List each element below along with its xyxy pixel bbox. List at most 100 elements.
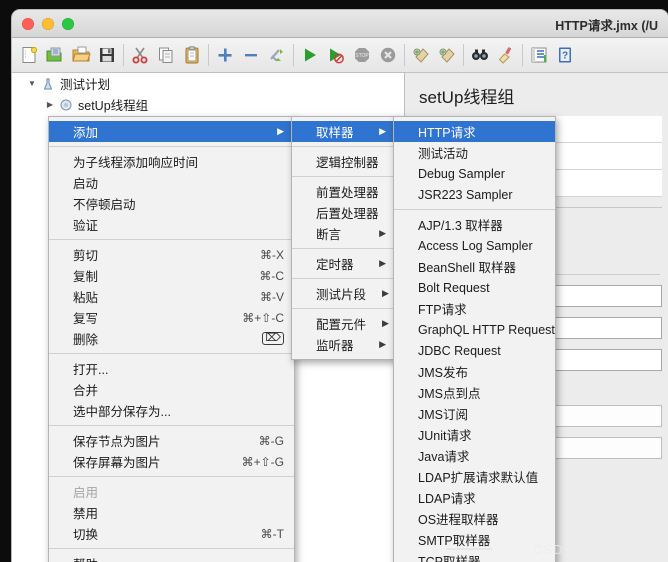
sampler-item-ftp-request[interactable]: FTP请求	[394, 298, 555, 319]
submenu-item-timer[interactable]: 定时器 ▶	[292, 253, 396, 274]
menu-item-remove[interactable]: 删除 ⌦	[49, 328, 294, 349]
menu-item-accel: ⌘-X	[260, 247, 284, 262]
chevron-right-icon: ▶	[379, 258, 386, 268]
toggle-icon[interactable]	[264, 42, 290, 68]
menu-item-accel: ⌘-C	[259, 268, 284, 283]
function-helper-icon[interactable]	[526, 42, 552, 68]
submenu-item-post-processor[interactable]: 后置处理器 ▶	[292, 202, 401, 223]
menu-item-start[interactable]: 启动	[49, 172, 294, 193]
sampler-submenu[interactable]: HTTP请求 测试活动 Debug Sampler JSR223 Sampler…	[393, 116, 556, 562]
sampler-item-ldap-extended-request-defaults[interactable]: LDAP扩展请求默认值	[394, 466, 555, 487]
reset-search-icon[interactable]	[493, 42, 519, 68]
menu-item-label: 剪切	[73, 249, 99, 263]
menu-item-label: 打开...	[73, 363, 109, 377]
menu-item-paste[interactable]: 粘贴 ⌘-V	[49, 286, 294, 307]
submenu-item-pre-processor[interactable]: 前置处理器 ▶	[292, 181, 401, 202]
menu-item-label: JSR223 Sampler	[418, 187, 513, 202]
sampler-item-debug-sampler[interactable]: Debug Sampler	[394, 163, 555, 184]
sampler-item-os-process-sampler[interactable]: OS进程取样器	[394, 508, 555, 529]
menu-item-add[interactable]: 添加 ▶	[49, 121, 294, 142]
menu-item-start-no-pauses[interactable]: 不停顿启动	[49, 193, 294, 214]
menu-item-save-screen-as-image[interactable]: 保存屏幕为图片 ⌘+⇧-G	[49, 451, 294, 472]
collapse-all-icon[interactable]	[238, 42, 264, 68]
sampler-item-tcp-sampler[interactable]: TCP取样器	[394, 550, 555, 562]
menu-item-copy[interactable]: 复制 ⌘-C	[49, 265, 294, 286]
sampler-item-jsr223-sampler[interactable]: JSR223 Sampler	[394, 184, 555, 205]
tree-node-test-plan[interactable]: ▼ 测试计划	[12, 73, 404, 94]
maximize-window-icon[interactable]	[62, 18, 74, 30]
menu-item-label: 取样器	[316, 126, 354, 140]
menu-item-duplicate[interactable]: 复写 ⌘+⇧-C	[49, 307, 294, 328]
start-icon[interactable]	[297, 42, 323, 68]
menu-item-label: 后置处理器	[316, 207, 379, 221]
menu-item-label: LDAP扩展请求默认值	[418, 471, 539, 485]
paste-icon[interactable]	[179, 42, 205, 68]
submenu-item-config-element[interactable]: 配置元件 ▶	[292, 313, 396, 334]
submenu-item-test-fragment[interactable]: 测试片段 ▶	[292, 283, 396, 304]
copy-icon[interactable]	[153, 42, 179, 68]
submenu-item-logic-controller[interactable]: 逻辑控制器 ▶	[292, 151, 401, 172]
sampler-item-junit-request[interactable]: JUnit请求	[394, 424, 555, 445]
sampler-item-bolt-request[interactable]: Bolt Request	[394, 277, 555, 298]
watermark: CSDN @陈 口 努力	[533, 542, 658, 557]
expand-all-icon[interactable]	[212, 42, 238, 68]
tree-node-label: setUp线程组	[78, 99, 149, 113]
tree-context-menu[interactable]: 添加 ▶ 为子线程添加响应时间 启动 不停顿启动 验证 剪切 ⌘-X 复制 ⌘-…	[48, 116, 295, 562]
sampler-item-beanshell-sampler[interactable]: BeanShell 取样器	[394, 256, 555, 277]
sampler-item-graphql-http-request[interactable]: GraphQL HTTP Request	[394, 319, 555, 340]
sampler-item-jms-subscriber[interactable]: JMS订阅	[394, 403, 555, 424]
clear-icon[interactable]	[408, 42, 434, 68]
menu-item-label: FTP请求	[418, 303, 467, 317]
sampler-item-access-log-sampler[interactable]: Access Log Sampler	[394, 235, 555, 256]
sampler-item-java-request[interactable]: Java请求	[394, 445, 555, 466]
submenu-item-assertions[interactable]: 断言 ▶	[292, 223, 396, 244]
menu-item-cut[interactable]: 剪切 ⌘-X	[49, 244, 294, 265]
menu-item-merge[interactable]: 合并	[49, 379, 294, 400]
menu-item-label: 定时器	[316, 258, 354, 272]
save-icon[interactable]	[94, 42, 120, 68]
sampler-item-smtp-sampler[interactable]: SMTP取样器	[394, 529, 555, 550]
chevron-down-icon[interactable]: ▼	[26, 79, 38, 88]
menu-item-toggle[interactable]: 切换 ⌘-T	[49, 523, 294, 544]
menu-item-disable[interactable]: 禁用	[49, 502, 294, 523]
sampler-item-jms-publisher[interactable]: JMS发布	[394, 361, 555, 382]
menu-item-help[interactable]: 帮助	[49, 553, 294, 562]
delete-key-icon: ⌦	[262, 332, 284, 345]
submenu-item-sampler[interactable]: 取样器 ▶	[292, 121, 396, 142]
menu-item-label: 前置处理器	[316, 186, 379, 200]
start-no-pause-icon[interactable]	[323, 42, 349, 68]
clear-all-icon[interactable]	[434, 42, 460, 68]
sampler-item-http-request[interactable]: HTTP请求	[394, 121, 555, 142]
close-window-icon[interactable]	[22, 18, 34, 30]
sampler-item-ldap-request[interactable]: LDAP请求	[394, 487, 555, 508]
cut-icon[interactable]	[127, 42, 153, 68]
menu-item-label: JDBC Request	[418, 343, 501, 358]
sampler-item-jms-point-to-point[interactable]: JMS点到点	[394, 382, 555, 403]
sampler-item-test-action[interactable]: 测试活动	[394, 142, 555, 163]
submenu-item-listener[interactable]: 监听器 ▶	[292, 334, 396, 355]
add-submenu[interactable]: 取样器 ▶ 逻辑控制器 ▶ 前置处理器 ▶ 后置处理器 ▶ 断言 ▶	[291, 116, 401, 360]
sampler-item-ajp-sampler[interactable]: AJP/1.3 取样器	[394, 214, 555, 235]
menu-item-label: 复写	[73, 312, 99, 326]
sampler-item-jdbc-request[interactable]: JDBC Request	[394, 340, 555, 361]
menu-item-open[interactable]: 打开...	[49, 358, 294, 379]
menu-item-label: GraphQL HTTP Request	[418, 322, 555, 337]
templates-icon[interactable]	[42, 42, 68, 68]
minimize-window-icon[interactable]	[42, 18, 54, 30]
help-icon[interactable]: ?	[552, 42, 578, 68]
menu-item-save-selection-as[interactable]: 选中部分保存为...	[49, 400, 294, 421]
tree-node-label: 测试计划	[60, 78, 111, 92]
menu-separator	[49, 239, 294, 240]
stop-icon[interactable]: STOP	[349, 42, 375, 68]
menu-item-add-think-times[interactable]: 为子线程添加响应时间	[49, 151, 294, 172]
open-icon[interactable]	[68, 42, 94, 68]
menu-separator	[49, 353, 294, 354]
shutdown-icon[interactable]	[375, 42, 401, 68]
menu-item-validate[interactable]: 验证	[49, 214, 294, 235]
tree-node-setup-thread-group[interactable]: ▶ setUp线程组	[12, 94, 404, 115]
new-icon[interactable]	[16, 42, 42, 68]
menu-item-label: 禁用	[73, 507, 99, 521]
chevron-right-icon[interactable]: ▶	[44, 100, 56, 109]
search-icon[interactable]	[467, 42, 493, 68]
menu-item-save-node-as-image[interactable]: 保存节点为图片 ⌘-G	[49, 430, 294, 451]
